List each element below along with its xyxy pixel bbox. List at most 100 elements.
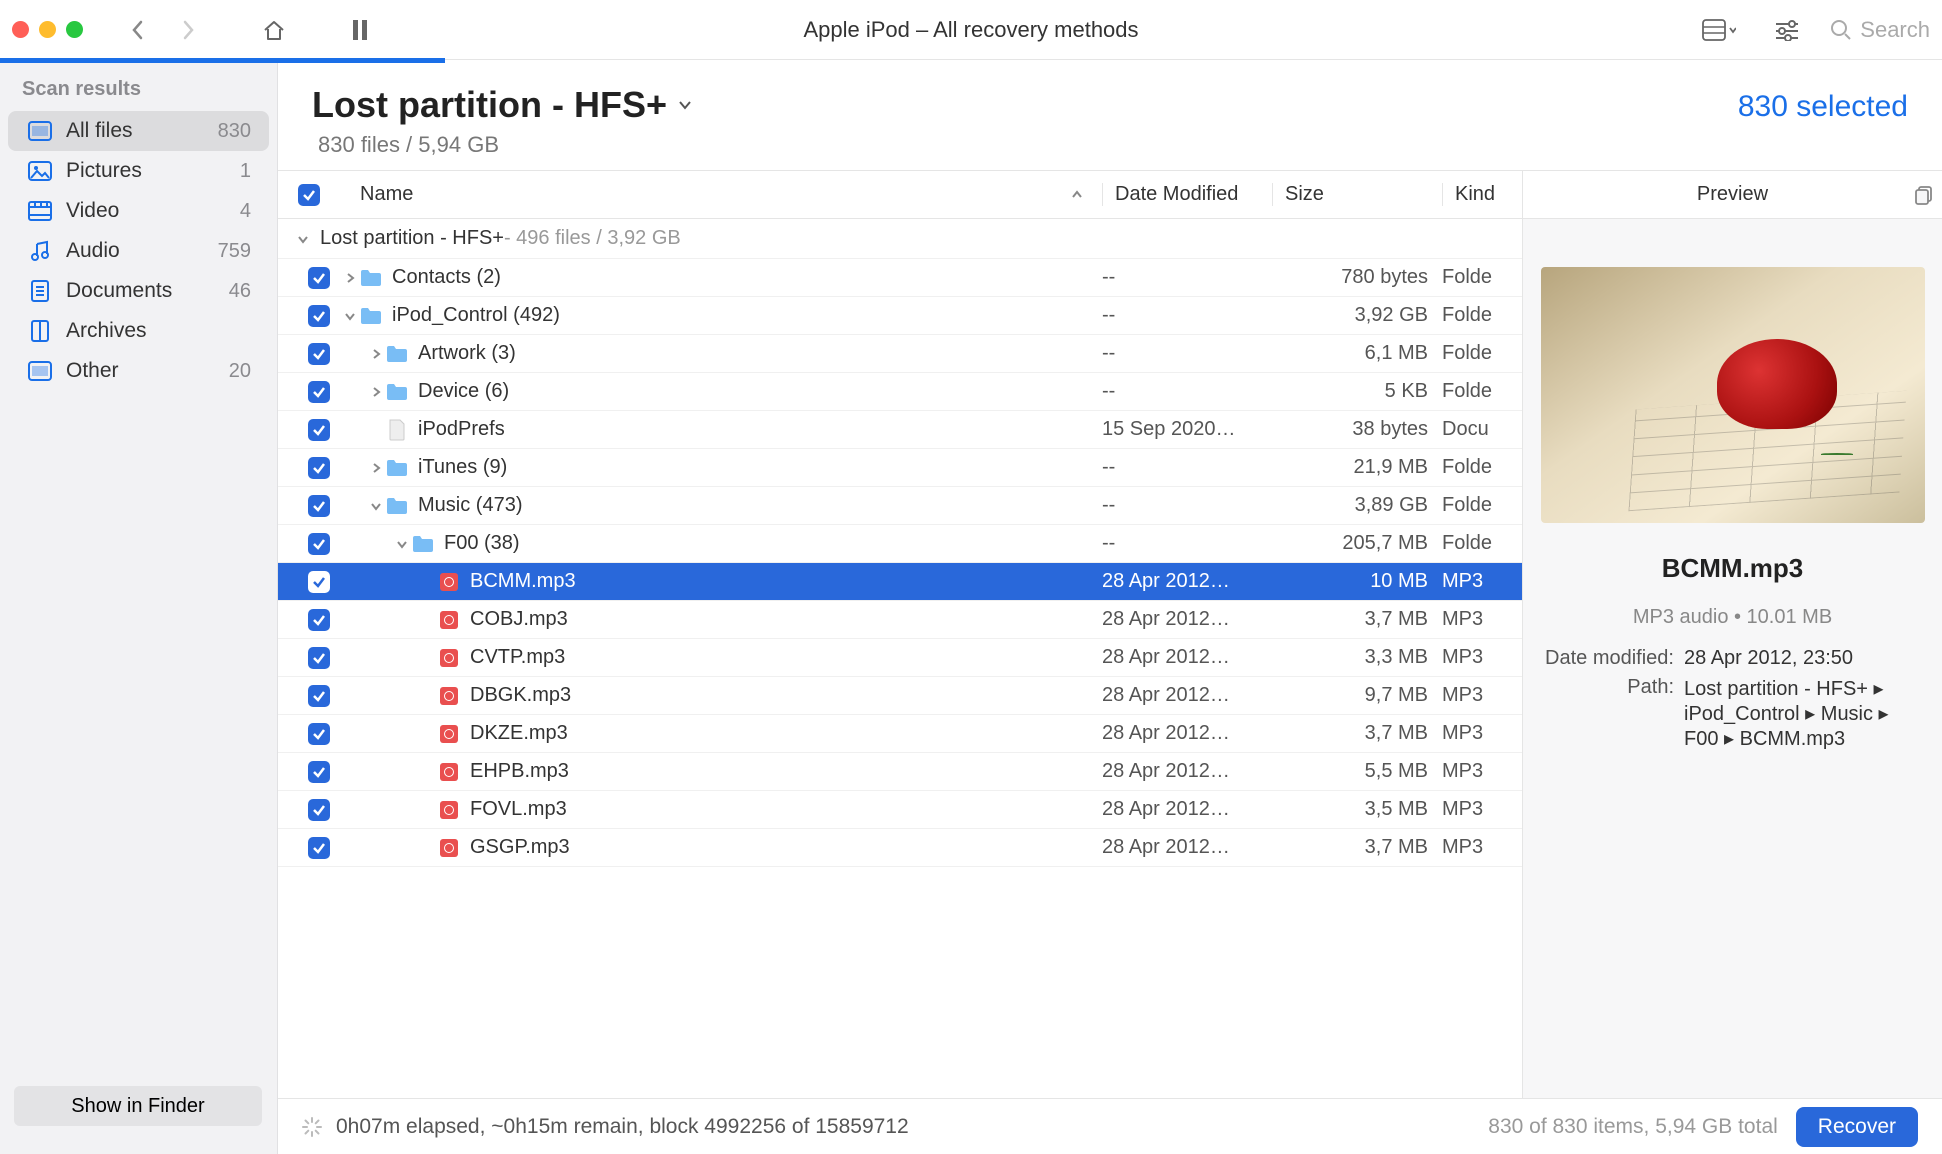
file-date: -- bbox=[1102, 494, 1272, 517]
file-row[interactable]: GSGP.mp328 Apr 2012…3,7 MBMP3 bbox=[278, 829, 1522, 867]
chevron-right-icon[interactable] bbox=[366, 386, 386, 398]
file-row[interactable]: BCMM.mp328 Apr 2012…10 MBMP3 bbox=[278, 563, 1522, 601]
pause-scan-button[interactable] bbox=[343, 13, 377, 47]
sidebar-item-label: Audio bbox=[66, 239, 218, 263]
chevron-down-icon bbox=[677, 97, 693, 113]
file-row[interactable]: F00 (38)--205,7 MBFolde bbox=[278, 525, 1522, 563]
file-row[interactable]: FOVL.mp328 Apr 2012…3,5 MBMP3 bbox=[278, 791, 1522, 829]
copy-icon[interactable] bbox=[1914, 185, 1934, 205]
file-kind: Folde bbox=[1442, 532, 1522, 555]
file-table: Name Date Modified Size Kind bbox=[278, 171, 1522, 1098]
mp3-icon bbox=[438, 799, 460, 821]
file-date: 28 Apr 2012… bbox=[1102, 684, 1272, 707]
file-size: 38 bytes bbox=[1272, 418, 1442, 441]
row-checkbox[interactable] bbox=[308, 267, 330, 289]
row-checkbox[interactable] bbox=[308, 305, 330, 327]
selected-count[interactable]: 830 selected bbox=[1738, 90, 1908, 124]
forward-button[interactable] bbox=[171, 13, 205, 47]
toolbar: Apple iPod – All recovery methods Search bbox=[0, 0, 1942, 60]
group-row[interactable]: Lost partition - HFS+ - 496 files / 3,92… bbox=[278, 219, 1522, 259]
sidebar-item-archives[interactable]: Archives bbox=[8, 311, 269, 351]
sidebar-item-video[interactable]: Video4 bbox=[8, 191, 269, 231]
row-checkbox[interactable] bbox=[308, 761, 330, 783]
row-checkbox[interactable] bbox=[308, 457, 330, 479]
view-mode-button[interactable] bbox=[1702, 13, 1736, 47]
column-kind[interactable]: Kind bbox=[1442, 183, 1522, 206]
file-row[interactable]: COBJ.mp328 Apr 2012…3,7 MBMP3 bbox=[278, 601, 1522, 639]
file-kind: Folde bbox=[1442, 266, 1522, 289]
sort-asc-icon bbox=[1070, 188, 1084, 202]
row-checkbox[interactable] bbox=[308, 647, 330, 669]
search-box[interactable]: Search bbox=[1830, 17, 1930, 43]
footer-stats: 830 of 830 items, 5,94 GB total bbox=[1488, 1115, 1778, 1139]
row-checkbox[interactable] bbox=[308, 571, 330, 593]
sidebar-item-pictures[interactable]: Pictures1 bbox=[8, 151, 269, 191]
sidebar-item-documents[interactable]: Documents46 bbox=[8, 271, 269, 311]
row-checkbox[interactable] bbox=[308, 609, 330, 631]
file-row[interactable]: CVTP.mp328 Apr 2012…3,3 MBMP3 bbox=[278, 639, 1522, 677]
file-row[interactable]: EHPB.mp328 Apr 2012…5,5 MBMP3 bbox=[278, 753, 1522, 791]
file-date: -- bbox=[1102, 266, 1272, 289]
row-checkbox[interactable] bbox=[308, 495, 330, 517]
close-window-button[interactable] bbox=[12, 21, 29, 38]
chevron-down-icon[interactable] bbox=[340, 310, 360, 322]
folder-icon bbox=[360, 305, 382, 327]
file-row[interactable]: Contacts (2)--780 bytesFolde bbox=[278, 259, 1522, 297]
minimize-window-button[interactable] bbox=[39, 21, 56, 38]
file-row[interactable]: iPod_Control (492)--3,92 GBFolde bbox=[278, 297, 1522, 335]
file-name: EHPB.mp3 bbox=[470, 760, 569, 783]
sidebar-item-count: 830 bbox=[218, 120, 251, 143]
partition-title[interactable]: Lost partition - HFS+ bbox=[312, 84, 693, 126]
spinner-icon bbox=[302, 1117, 322, 1137]
file-row[interactable]: Artwork (3)--6,1 MBFolde bbox=[278, 335, 1522, 373]
mp3-icon bbox=[438, 571, 460, 593]
sidebar-item-audio[interactable]: Audio759 bbox=[8, 231, 269, 271]
filter-settings-button[interactable] bbox=[1770, 13, 1804, 47]
archives-icon bbox=[26, 320, 54, 342]
chevron-right-icon[interactable] bbox=[366, 462, 386, 474]
file-kind: Folde bbox=[1442, 456, 1522, 479]
file-row[interactable]: Device (6)--5 KBFolde bbox=[278, 373, 1522, 411]
chevron-right-icon[interactable] bbox=[366, 348, 386, 360]
file-row[interactable]: DKZE.mp328 Apr 2012…3,7 MBMP3 bbox=[278, 715, 1522, 753]
group-meta: - 496 files / 3,92 GB bbox=[504, 227, 681, 250]
row-checkbox[interactable] bbox=[308, 723, 330, 745]
select-all-checkbox[interactable] bbox=[298, 184, 320, 206]
recover-button[interactable]: Recover bbox=[1796, 1107, 1918, 1147]
show-in-finder-button[interactable]: Show in Finder bbox=[14, 1086, 262, 1126]
file-kind: Folde bbox=[1442, 304, 1522, 327]
column-date[interactable]: Date Modified bbox=[1102, 183, 1272, 206]
file-size: 3,7 MB bbox=[1272, 722, 1442, 745]
home-button[interactable] bbox=[257, 13, 291, 47]
row-checkbox[interactable] bbox=[308, 343, 330, 365]
partition-title-text: Lost partition - HFS+ bbox=[312, 84, 667, 126]
sidebar-item-other[interactable]: Other20 bbox=[8, 351, 269, 391]
file-row[interactable]: iTunes (9)--21,9 MBFolde bbox=[278, 449, 1522, 487]
chevron-right-icon[interactable] bbox=[340, 272, 360, 284]
row-checkbox[interactable] bbox=[308, 419, 330, 441]
back-button[interactable] bbox=[121, 13, 155, 47]
chevron-down-icon[interactable] bbox=[392, 538, 412, 550]
row-checkbox[interactable] bbox=[308, 837, 330, 859]
file-date: 28 Apr 2012… bbox=[1102, 570, 1272, 593]
row-checkbox[interactable] bbox=[308, 799, 330, 821]
sidebar-item-count: 4 bbox=[240, 200, 251, 223]
file-row[interactable]: DBGK.mp328 Apr 2012…9,7 MBMP3 bbox=[278, 677, 1522, 715]
file-name: iTunes (9) bbox=[418, 456, 507, 479]
row-checkbox[interactable] bbox=[308, 685, 330, 707]
preview-date-value: 28 Apr 2012, 23:50 bbox=[1684, 647, 1926, 670]
chevron-down-icon[interactable] bbox=[366, 500, 386, 512]
file-name: iPod_Control (492) bbox=[392, 304, 560, 327]
column-name[interactable]: Name bbox=[340, 183, 1102, 206]
chevron-down-icon bbox=[296, 232, 310, 246]
file-row[interactable]: iPodPrefs15 Sep 2020…38 bytesDocu bbox=[278, 411, 1522, 449]
file-size: 5 KB bbox=[1272, 380, 1442, 403]
column-size[interactable]: Size bbox=[1272, 183, 1442, 206]
file-date: 28 Apr 2012… bbox=[1102, 646, 1272, 669]
sidebar-item-all-files[interactable]: All files830 bbox=[8, 111, 269, 151]
file-row[interactable]: Music (473)--3,89 GBFolde bbox=[278, 487, 1522, 525]
preview-path-label: Path: bbox=[1539, 676, 1674, 751]
row-checkbox[interactable] bbox=[308, 381, 330, 403]
zoom-window-button[interactable] bbox=[66, 21, 83, 38]
row-checkbox[interactable] bbox=[308, 533, 330, 555]
